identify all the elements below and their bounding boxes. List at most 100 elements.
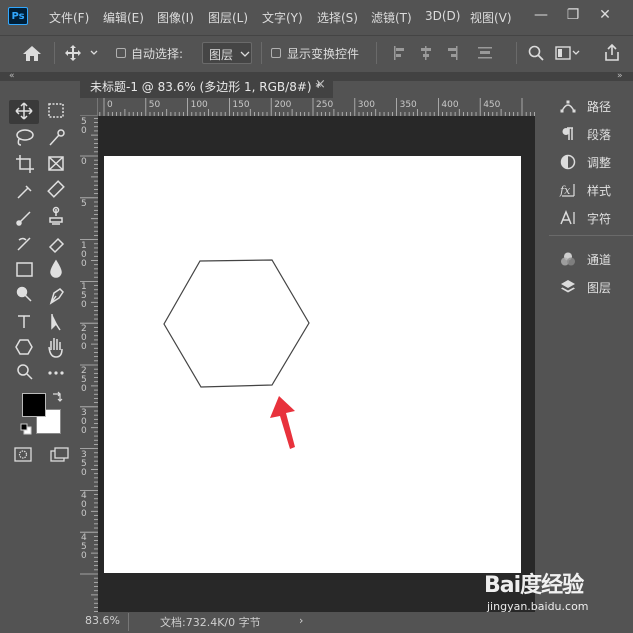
align-buttons[interactable]	[390, 44, 508, 62]
ruler-label: 250	[316, 100, 334, 110]
separator	[54, 42, 55, 64]
red-annotation-arrow	[270, 396, 295, 449]
search-icon[interactable]	[527, 44, 545, 62]
history-brush-icon	[17, 237, 31, 251]
panel-paragraph[interactable]: 段落	[556, 122, 630, 146]
character-icon	[560, 210, 575, 225]
home-icon	[23, 46, 41, 61]
vertical-scrollbar[interactable]	[535, 98, 547, 612]
hexagon-shape[interactable]	[163, 259, 310, 388]
separator	[376, 42, 377, 64]
chevron-down-icon	[240, 51, 250, 57]
ruler-label: 200	[274, 100, 292, 110]
gradient-tool-icon	[16, 262, 33, 277]
watermark-url: jingyan.baidu.com	[487, 600, 589, 613]
menu-type[interactable]: 文字(Y)	[262, 9, 303, 26]
ruler-label: 5 0	[81, 117, 87, 136]
dodge-tool-icon	[16, 286, 32, 302]
marquee-tool-icon	[48, 103, 64, 118]
close-tab-button[interactable]: ×	[315, 77, 326, 92]
ruler-label: 1 5 0	[81, 282, 87, 311]
adjustments-icon	[560, 154, 576, 170]
panel-layers[interactable]: 图层	[556, 275, 630, 299]
eraser-tool-icon	[48, 237, 65, 254]
quick-mask-icon	[14, 447, 32, 462]
swap-colors-icon[interactable]	[50, 390, 64, 404]
styles-icon: fx	[559, 184, 575, 197]
ruler-label: 1 0 0	[81, 240, 87, 269]
baidu-jingyan-watermark: Bai度经验	[484, 573, 584, 598]
ruler-label: 0	[81, 157, 87, 167]
ruler-label: 350	[399, 100, 417, 110]
layers-icon	[561, 280, 575, 293]
ruler-label: 5	[81, 198, 87, 209]
channels-icon	[561, 252, 575, 266]
collapse-left-icon[interactable]: «	[9, 71, 15, 81]
panel-character[interactable]: 字符	[556, 206, 630, 230]
hand-tool-icon	[48, 338, 63, 358]
foreground-color-swatch[interactable]	[22, 393, 46, 417]
auto-select-dropdown[interactable]: 图层	[202, 42, 252, 64]
zoom-tool-icon	[17, 364, 33, 380]
blur-tool-icon	[50, 259, 62, 278]
ruler-label: 150	[232, 100, 250, 110]
panel-styles-label: 样式	[587, 183, 612, 198]
ruler-label: 450	[483, 100, 501, 110]
ruler-label: 4 0 0	[81, 491, 87, 520]
panel-styles[interactable]: fx 样式	[556, 178, 630, 202]
photoshop-logo: Ps	[8, 7, 28, 25]
status-bar	[80, 612, 535, 633]
auto-select-checkbox[interactable]	[116, 48, 126, 58]
frame-tool-icon	[48, 156, 64, 171]
align-center-icon	[421, 46, 431, 60]
ruler-label: 0	[107, 100, 113, 110]
zoom-level[interactable]: 83.6%	[85, 614, 120, 627]
screen-mode-icon	[50, 447, 69, 462]
status-menu-arrow[interactable]: ›	[299, 614, 303, 627]
document-tab-title: 未标题-1 @ 83.6% (多边形 1, RGB/8#) *	[90, 80, 322, 94]
panel-adjustments-label: 调整	[587, 155, 612, 170]
panel-paths-label: 路径	[587, 99, 612, 114]
menu-file[interactable]: 文件(F)	[49, 9, 89, 26]
move-tool-icon	[15, 102, 33, 120]
home-button[interactable]	[20, 43, 44, 63]
share-icon[interactable]	[602, 43, 622, 63]
default-colors-icon[interactable]	[20, 423, 32, 435]
show-transform-checkbox[interactable]	[271, 48, 281, 58]
panel-layers-label: 图层	[587, 280, 612, 295]
align-right-icon	[448, 46, 458, 60]
workspace-icon[interactable]	[554, 44, 580, 62]
panel-channels[interactable]: 通道	[556, 247, 630, 271]
separator	[128, 613, 129, 631]
collapse-right-icon[interactable]: »	[617, 71, 623, 81]
menu-select[interactable]: 选择(S)	[317, 9, 358, 26]
dropdown-value: 图层	[209, 48, 234, 62]
healing-brush-icon	[47, 180, 65, 198]
ruler-label: 100	[190, 100, 208, 110]
mask-screen-modes[interactable]	[13, 446, 73, 464]
quick-select-icon	[49, 129, 65, 146]
minimize-button[interactable]: —	[528, 4, 554, 26]
restore-button[interactable]: ❐	[560, 4, 586, 26]
ruler-label: 3 0 0	[81, 407, 87, 436]
polygon-tool-icon	[15, 339, 33, 355]
type-tool-icon	[18, 315, 30, 328]
ruler-label: 3 5 0	[81, 449, 87, 478]
ruler-label: 400	[441, 100, 459, 110]
menu-layer[interactable]: 图层(L)	[208, 9, 248, 26]
brush-tool-icon	[16, 211, 31, 226]
menu-image[interactable]: 图像(I)	[157, 9, 194, 26]
move-tool-preset[interactable]	[63, 43, 99, 63]
eyedropper-icon	[17, 185, 32, 199]
lasso-tool-icon	[16, 129, 34, 146]
menu-filter[interactable]: 滤镜(T)	[371, 9, 412, 26]
panel-adjustments[interactable]: 调整	[556, 150, 630, 174]
panel-paths[interactable]: 路径	[556, 94, 630, 118]
menu-view[interactable]: 视图(V)	[470, 9, 512, 26]
close-window-button[interactable]: ✕	[592, 4, 618, 26]
path-icon	[560, 100, 576, 113]
menu-edit[interactable]: 编辑(E)	[103, 9, 144, 26]
menu-3d[interactable]: 3D(D)	[425, 9, 460, 23]
ruler-origin	[80, 98, 98, 116]
crop-tool-icon	[16, 155, 34, 173]
